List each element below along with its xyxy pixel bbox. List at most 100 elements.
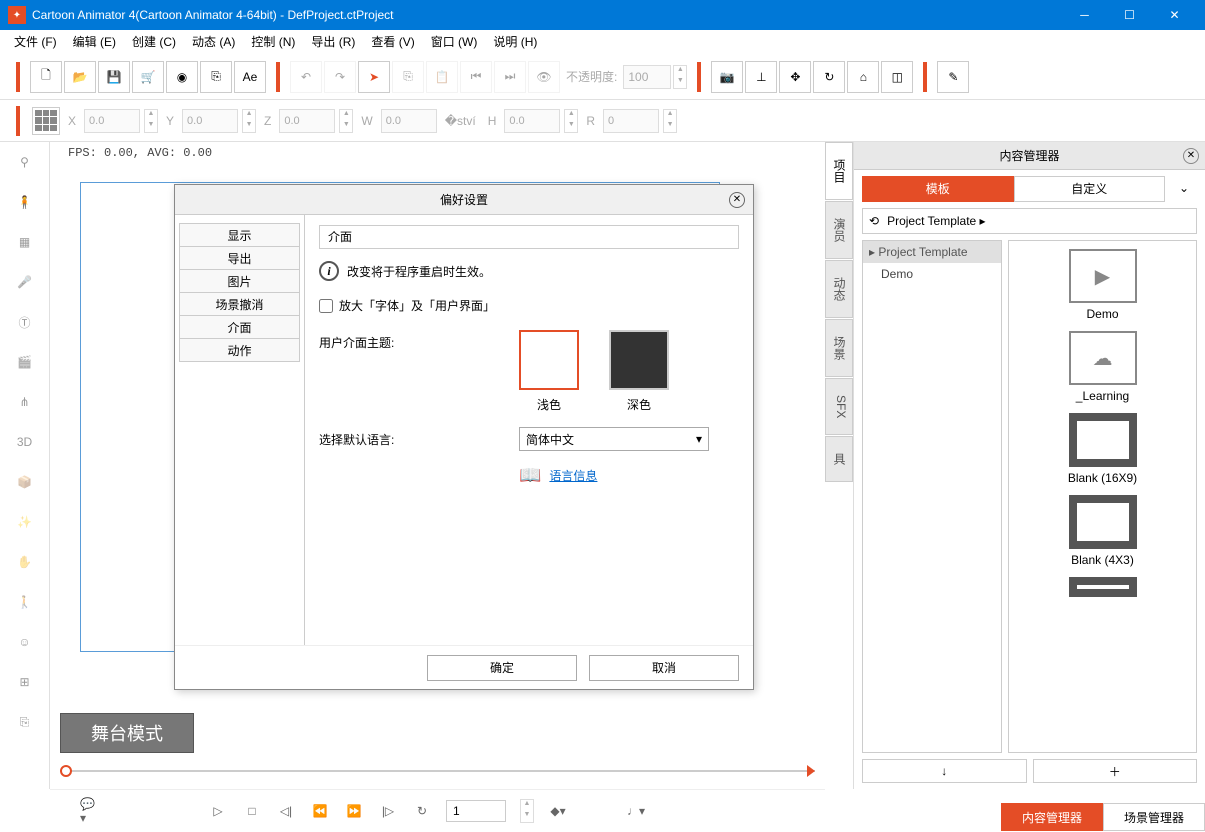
paste-button[interactable]: 📋: [426, 61, 458, 93]
rtab-scene[interactable]: 场景: [825, 319, 853, 377]
cm-item-demo[interactable]: ▶Demo: [1069, 249, 1137, 321]
y-spinner[interactable]: ▲▼: [242, 109, 256, 133]
cm-item-blank43[interactable]: Blank (4X3): [1069, 495, 1137, 567]
cm-expand-button[interactable]: ⌄: [1171, 176, 1197, 202]
preview-button[interactable]: ◉: [166, 61, 198, 93]
w-input[interactable]: [381, 109, 437, 133]
rtab-animate[interactable]: 动态: [825, 260, 853, 318]
opacity-spinner[interactable]: ▲▼: [673, 65, 687, 89]
cm-close-button[interactable]: ✕: [1183, 148, 1199, 164]
h-spinner[interactable]: ▲▼: [564, 109, 578, 133]
theme-light-option[interactable]: 浅色: [519, 330, 579, 413]
cat-image[interactable]: 图片: [179, 269, 300, 293]
cm-tab-custom[interactable]: 自定义: [1014, 176, 1166, 202]
tool-prop[interactable]: 📦: [9, 466, 41, 498]
tool-pose[interactable]: ⚲: [9, 146, 41, 178]
cat-scene-undo[interactable]: 场景撤消: [179, 292, 300, 316]
tool-text[interactable]: Ⓣ: [9, 306, 41, 338]
ok-button[interactable]: 确定: [427, 655, 577, 681]
tool-face[interactable]: ☺: [9, 626, 41, 658]
y-input[interactable]: [182, 109, 238, 133]
last-frame-button[interactable]: |▷: [378, 801, 398, 821]
cm-tab-template[interactable]: 模板: [862, 176, 1014, 202]
z-spinner[interactable]: ▲▼: [339, 109, 353, 133]
x-input[interactable]: [84, 109, 140, 133]
cancel-button[interactable]: 取消: [589, 655, 739, 681]
slider-handle[interactable]: [60, 765, 72, 777]
dialog-close-button[interactable]: ✕: [729, 192, 745, 208]
next-frame-button[interactable]: ⏩: [344, 801, 364, 821]
prev-frame-button[interactable]: ⏪: [310, 801, 330, 821]
rtab-prop[interactable]: 具: [825, 436, 853, 482]
stop-button[interactable]: □: [242, 801, 262, 821]
rtab-sfx[interactable]: SFX: [825, 378, 853, 435]
home-button[interactable]: ⌂: [847, 61, 879, 93]
tool-bone[interactable]: ⋔: [9, 386, 41, 418]
redo-button[interactable]: ↷: [324, 61, 356, 93]
menu-control[interactable]: 控制 (N): [243, 30, 303, 53]
marker-button[interactable]: ◆▾: [548, 801, 568, 821]
theme-dark-option[interactable]: 深色: [609, 330, 669, 413]
audio-button[interactable]: ♩▾: [626, 801, 646, 821]
time-slider[interactable]: [60, 763, 815, 779]
z-input[interactable]: [279, 109, 335, 133]
cat-display[interactable]: 显示: [179, 223, 300, 247]
select-button[interactable]: ➤: [358, 61, 390, 93]
frame-input[interactable]: [446, 800, 506, 822]
cm-breadcrumb[interactable]: ⟲ Project Template ▸: [862, 208, 1197, 234]
tool-3d[interactable]: 3D: [9, 426, 41, 458]
skip-end-button[interactable]: ⏭: [494, 61, 526, 93]
minimize-button[interactable]: ─: [1062, 0, 1107, 30]
cm-item-extra[interactable]: [1069, 577, 1137, 601]
tool-walk[interactable]: 🚶: [9, 586, 41, 618]
language-info-link[interactable]: 语言信息: [549, 467, 597, 484]
cm-download-button[interactable]: ↓: [862, 759, 1027, 783]
r-input[interactable]: [603, 109, 659, 133]
anchor-button[interactable]: ⊥: [745, 61, 777, 93]
cm-tree-header[interactable]: ▸ Project Template: [863, 241, 1001, 263]
menu-file[interactable]: 文件 (F): [6, 30, 65, 53]
r-spinner[interactable]: ▲▼: [663, 109, 677, 133]
close-button[interactable]: ✕: [1152, 0, 1197, 30]
undo-button[interactable]: ↶: [290, 61, 322, 93]
visibility-button[interactable]: 👁: [528, 61, 560, 93]
open-button[interactable]: 📂: [64, 61, 96, 93]
chat-icon[interactable]: 💬▾: [80, 801, 100, 821]
menu-animate[interactable]: 动态 (A): [184, 30, 243, 53]
btab-scene[interactable]: 场景管理器: [1103, 803, 1205, 831]
camera-button[interactable]: 📷: [711, 61, 743, 93]
menu-export[interactable]: 导出 (R): [303, 30, 363, 53]
cm-add-button[interactable]: ＋: [1033, 759, 1198, 783]
copy-button[interactable]: ⎘: [392, 61, 424, 93]
tool-effect[interactable]: ✨: [9, 506, 41, 538]
tool-layer[interactable]: ▦: [9, 226, 41, 258]
store-button[interactable]: 🛒: [132, 61, 164, 93]
opacity-input[interactable]: [623, 65, 671, 89]
enlarge-ui-option[interactable]: 放大「字体」及「用户界面」: [319, 297, 739, 314]
tool-hand[interactable]: ✋: [9, 546, 41, 578]
move-button[interactable]: ✥: [779, 61, 811, 93]
maximize-button[interactable]: ☐: [1107, 0, 1152, 30]
new-project-button[interactable]: 🗋: [30, 61, 62, 93]
export-button[interactable]: ⎘: [200, 61, 232, 93]
titlebar[interactable]: ✦ Cartoon Animator 4(Cartoon Animator 4-…: [0, 0, 1205, 30]
dialog-titlebar[interactable]: 偏好设置 ✕: [175, 185, 753, 215]
skip-start-button[interactable]: ⏮: [460, 61, 492, 93]
cat-action[interactable]: 动作: [179, 338, 300, 362]
tool-media[interactable]: 🎬: [9, 346, 41, 378]
cm-tree-item[interactable]: Demo: [863, 263, 1001, 285]
loop-button[interactable]: ↻: [412, 801, 432, 821]
grid-icon[interactable]: [32, 107, 60, 135]
menu-help[interactable]: 说明 (H): [485, 30, 545, 53]
language-select[interactable]: 简体中文 ▾: [519, 427, 709, 451]
menu-edit[interactable]: 编辑 (E): [65, 30, 124, 53]
cm-item-blank169[interactable]: Blank (16X9): [1068, 413, 1137, 485]
tool-voice[interactable]: 🎤: [9, 266, 41, 298]
menu-window[interactable]: 窗口 (W): [423, 30, 486, 53]
cat-export[interactable]: 导出: [179, 246, 300, 270]
enlarge-ui-checkbox[interactable]: [319, 299, 333, 313]
rtab-actor[interactable]: 演员: [825, 201, 853, 259]
flip-button[interactable]: ◫: [881, 61, 913, 93]
edit-canvas-button[interactable]: ✎: [937, 61, 969, 93]
menu-create[interactable]: 创建 (C): [124, 30, 184, 53]
